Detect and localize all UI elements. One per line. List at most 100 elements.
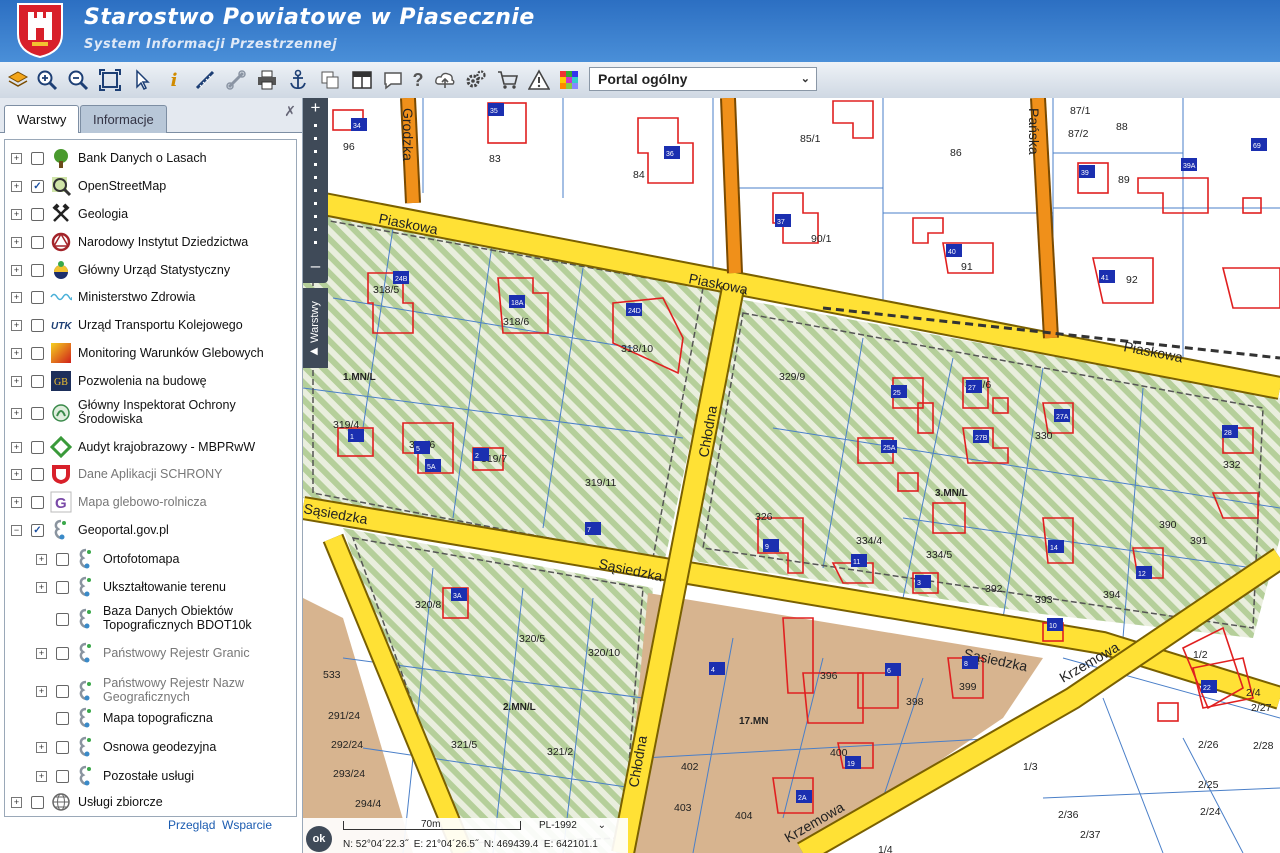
layer-item[interactable]: + G Mapa glebowo-rolnicza — [5, 491, 294, 513]
zoom-in-icon[interactable] — [35, 68, 59, 92]
copy-icon[interactable] — [318, 68, 342, 92]
expand-icon[interactable]: + — [11, 408, 22, 419]
layer-checkbox[interactable]: ✓ — [31, 524, 44, 537]
layer-checkbox[interactable] — [56, 712, 69, 725]
layer-item[interactable]: + Bank Danych o Lasach — [5, 148, 294, 168]
expand-icon[interactable]: + — [11, 209, 22, 220]
expand-icon[interactable]: + — [11, 442, 22, 453]
layer-checkbox[interactable] — [31, 264, 44, 277]
map-canvas[interactable]: Grodzka PańskaPiaskowaPiaskowaPiaskowaChł… — [303, 98, 1280, 853]
expand-icon[interactable]: + — [36, 742, 47, 753]
expand-icon[interactable]: + — [36, 554, 47, 565]
info-icon[interactable]: i — [162, 68, 186, 92]
layer-checkbox[interactable] — [31, 375, 44, 388]
layer-item[interactable]: + Pozostałe usługi — [5, 765, 294, 786]
layers-icon[interactable] — [6, 68, 30, 92]
layer-checkbox[interactable] — [31, 347, 44, 360]
layer-item[interactable]: + Audyt krajobrazowy - MBPRwW — [5, 435, 294, 459]
layer-checkbox[interactable] — [31, 319, 44, 332]
layer-item[interactable]: + Państwowy Rejestr Granic — [5, 642, 294, 663]
pointer-icon[interactable] — [130, 68, 154, 92]
expand-icon[interactable]: + — [36, 648, 47, 659]
layer-item[interactable]: + Ministerstwo Zdrowia — [5, 287, 294, 307]
layer-item[interactable]: + Państwowy Rejestr Nazw Geograficznych — [5, 675, 294, 707]
layer-checkbox[interactable] — [31, 496, 44, 509]
zoom-out-icon[interactable] — [66, 68, 90, 92]
layer-checkbox[interactable] — [31, 796, 44, 809]
expand-icon[interactable]: + — [11, 348, 22, 359]
layer-item[interactable]: Baza Danych Obiektów Topograficznych BDO… — [5, 603, 294, 635]
print-icon[interactable] — [255, 68, 279, 92]
expand-icon[interactable]: + — [11, 320, 22, 331]
close-panel-icon[interactable]: ✗ — [284, 103, 296, 120]
expand-icon[interactable]: + — [11, 181, 22, 192]
expand-icon[interactable]: + — [11, 153, 22, 164]
full-extent-icon[interactable] — [98, 68, 122, 92]
ok-button[interactable]: ok — [306, 826, 332, 852]
layer-checkbox[interactable] — [31, 407, 44, 420]
layer-checkbox[interactable] — [31, 291, 44, 304]
expand-icon[interactable]: + — [11, 797, 22, 808]
layer-item[interactable]: + GB Pozwolenia na budowę — [5, 371, 294, 391]
layer-checkbox[interactable] — [56, 613, 69, 626]
help-icon[interactable]: ? — [406, 68, 430, 92]
layer-checkbox[interactable] — [56, 553, 69, 566]
layer-item[interactable]: + Narodowy Instytut Dziedzictwa — [5, 232, 294, 252]
expand-icon[interactable]: + — [11, 497, 22, 508]
layer-item[interactable]: + Usługi zbiorcze — [5, 792, 294, 812]
zoom-out-button[interactable]: – — [303, 256, 328, 276]
layer-checkbox[interactable] — [31, 441, 44, 454]
layer-item[interactable]: Mapa topograficzna — [5, 707, 294, 728]
comment-icon[interactable] — [381, 68, 405, 92]
settings-icon[interactable] — [464, 68, 488, 92]
upload-icon[interactable] — [433, 68, 457, 92]
layer-item[interactable]: + Główny Inspektorat Ochrony Środowiska — [5, 397, 294, 429]
footer-link-wsparcie[interactable]: Wsparcie — [222, 818, 272, 832]
expand-icon[interactable]: + — [11, 292, 22, 303]
layer-checkbox[interactable] — [56, 770, 69, 783]
collapse-icon[interactable]: − — [11, 525, 22, 536]
layer-item[interactable]: + Główny Urząd Statystyczny — [5, 260, 294, 280]
cart-icon[interactable] — [496, 68, 520, 92]
zoom-in-button[interactable]: + — [303, 98, 328, 118]
map-view[interactable]: Grodzka Pańska Piaskowa Piaskowa Piaskowa Chł… — [303, 98, 1280, 853]
layer-item[interactable]: + Ortofotomapa — [5, 548, 294, 569]
crs-select[interactable]: PL-1992 ⌄ — [539, 820, 606, 831]
layer-item[interactable]: + ✓ OpenStreetMap — [5, 176, 294, 197]
layer-item[interactable]: + Geologia — [5, 203, 294, 224]
measure-distance-icon[interactable] — [193, 68, 217, 92]
expand-icon[interactable]: + — [11, 376, 22, 387]
layer-checkbox[interactable] — [31, 152, 44, 165]
expand-icon[interactable]: + — [11, 265, 22, 276]
layer-checkbox[interactable] — [31, 468, 44, 481]
layer-checkbox[interactable] — [56, 685, 69, 698]
layer-checkbox[interactable]: ✓ — [31, 180, 44, 193]
layer-checkbox[interactable] — [56, 581, 69, 594]
expand-icon[interactable]: + — [36, 582, 47, 593]
footer-link-przeglad[interactable]: Przegląd — [168, 818, 215, 832]
expand-icon[interactable]: + — [36, 771, 47, 782]
layer-item[interactable]: + Osnowa geodezyjna — [5, 736, 294, 757]
layer-checkbox[interactable] — [56, 647, 69, 660]
layer-checkbox[interactable] — [31, 236, 44, 249]
zoom-slider[interactable] — [314, 124, 317, 252]
side-tab-layers[interactable]: Warstwy ◀ — [303, 288, 328, 368]
layer-checkbox[interactable] — [56, 741, 69, 754]
grid-color-icon[interactable] — [557, 68, 581, 92]
layer-item[interactable]: − ✓ Geoportal.gov.pl — [5, 519, 294, 540]
anchor-icon[interactable] — [286, 68, 310, 92]
tab-warstwy[interactable]: Warstwy — [4, 105, 80, 133]
layer-checkbox[interactable] — [31, 208, 44, 221]
tab-informacje[interactable]: Informacje — [80, 105, 167, 133]
expand-icon[interactable]: + — [36, 686, 47, 697]
expand-icon[interactable]: + — [11, 237, 22, 248]
layer-item[interactable]: + UTK Urząd Transportu Kolejowego — [5, 315, 294, 335]
portal-select[interactable]: Portal ogólny ⌄ — [589, 67, 817, 91]
warning-icon[interactable] — [527, 68, 551, 92]
expand-icon[interactable]: + — [11, 469, 22, 480]
layer-item[interactable]: + Ukształtowanie terenu — [5, 576, 294, 597]
layer-item[interactable]: + Monitoring Warunków Glebowych — [5, 343, 294, 363]
layer-item[interactable]: + Dane Aplikacji SCHRONY — [5, 464, 294, 484]
layout-icon[interactable] — [350, 68, 374, 92]
measure-area-icon[interactable] — [224, 68, 248, 92]
